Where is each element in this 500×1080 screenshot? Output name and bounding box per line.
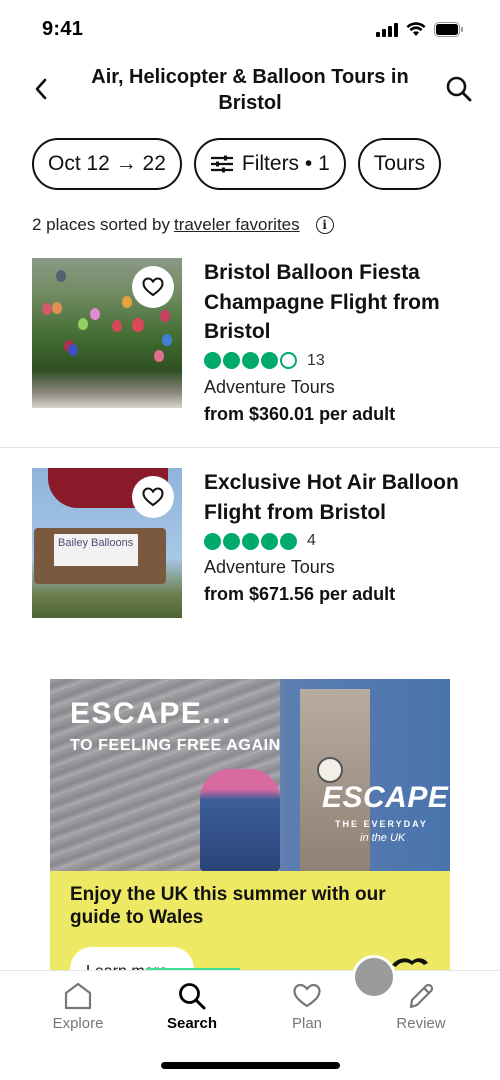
ad-subheadline: TO FEELING FREE AGAIN bbox=[70, 737, 281, 754]
search-icon bbox=[179, 983, 206, 1010]
filter-chips: Oct 12 → 22 Filters • 1 Tours bbox=[32, 138, 442, 190]
rating-bubble-filled bbox=[261, 532, 278, 550]
listing-image[interactable] bbox=[32, 258, 182, 408]
listing-category: Adventure Tours bbox=[204, 376, 335, 397]
chevron-left-icon bbox=[35, 78, 47, 100]
review-count: 4 bbox=[307, 532, 316, 549]
battery-icon bbox=[434, 22, 463, 37]
listing-info: Exclusive Hot Air Balloon Flight from Br… bbox=[204, 468, 484, 605]
filters-chip-label: Filters • 1 bbox=[241, 152, 330, 175]
review-count: 13 bbox=[307, 351, 325, 369]
listing-card[interactable]: Bristol Balloon Fiesta Champagne Flight … bbox=[0, 258, 500, 448]
rating-bubble-filled bbox=[242, 352, 259, 369]
tab-label: Search bbox=[166, 1015, 218, 1032]
rating-bubble-filled bbox=[242, 532, 259, 550]
home-icon bbox=[64, 982, 92, 1010]
search-icon bbox=[446, 76, 472, 102]
rating-bubble-filled bbox=[223, 352, 240, 369]
sliders-icon bbox=[210, 155, 233, 173]
search-button[interactable] bbox=[444, 74, 474, 104]
tab-label: Explore bbox=[52, 1015, 104, 1032]
status-bar: 9:41 bbox=[0, 0, 500, 58]
owl-logo-icon bbox=[392, 958, 428, 967]
save-button[interactable] bbox=[132, 476, 174, 518]
listing-title[interactable]: Exclusive Hot Air Balloon Flight from Br… bbox=[204, 468, 484, 527]
header: Air, Helicopter & Balloon Tours in Brist… bbox=[0, 60, 500, 120]
floating-touch-indicator[interactable] bbox=[352, 955, 396, 999]
ad-brand-sub: THE EVERYDAY bbox=[335, 819, 428, 829]
heart-icon bbox=[142, 487, 164, 507]
rating-bubble-filled bbox=[223, 532, 240, 550]
tours-chip[interactable]: Tours bbox=[357, 138, 442, 190]
rating-bubbles: 13 bbox=[204, 351, 484, 371]
rating-bubbles: 4 bbox=[204, 531, 484, 551]
listing-price: from $360.01 per adult bbox=[204, 403, 396, 424]
clock-icon bbox=[317, 757, 343, 783]
ad-body: Enjoy the UK this summer with our guide … bbox=[70, 884, 386, 928]
tab-search[interactable]: Search bbox=[142, 981, 242, 1032]
wifi-icon bbox=[406, 22, 426, 36]
cellular-signal-icon bbox=[376, 22, 398, 37]
tab-label: Plan bbox=[291, 1015, 323, 1032]
info-icon[interactable]: i bbox=[315, 216, 334, 234]
ad-image: ESCAPE... TO FEELING FREE AGAIN ESCAPE T… bbox=[50, 679, 450, 871]
pencil-icon bbox=[409, 983, 434, 1009]
ad-brand-logo: ESCAPE bbox=[322, 781, 449, 814]
ad-banner[interactable]: ESCAPE... TO FEELING FREE AGAIN ESCAPE T… bbox=[50, 679, 450, 979]
tab-plan[interactable]: Plan bbox=[257, 981, 357, 1032]
save-button[interactable] bbox=[132, 266, 174, 308]
date-chip-label: Oct 12 → 22 bbox=[48, 152, 166, 175]
page-title: Air, Helicopter & Balloon Tours in Brist… bbox=[91, 66, 409, 114]
ad-people bbox=[200, 769, 280, 871]
tab-label: Review bbox=[396, 1015, 446, 1032]
sort-prefix: 2 places sorted by bbox=[32, 215, 170, 234]
home-indicator[interactable] bbox=[161, 1062, 340, 1069]
listing-price: from $671.56 per adult bbox=[204, 584, 396, 604]
sort-summary: 2 places sorted by traveler favorites i bbox=[32, 215, 334, 235]
tab-explore[interactable]: Explore bbox=[28, 981, 128, 1032]
ad-headline: ESCAPE... bbox=[70, 697, 232, 730]
filters-chip[interactable]: Filters • 1 bbox=[193, 138, 346, 190]
rating-bubble-filled bbox=[204, 532, 221, 550]
back-button[interactable] bbox=[26, 74, 56, 104]
rating-bubble-filled bbox=[204, 352, 221, 369]
date-chip[interactable]: Oct 12 → 22 bbox=[32, 138, 182, 190]
listing-card[interactable]: Bailey Balloons Exclusive Hot Air Balloo… bbox=[0, 468, 500, 648]
ad-brand-sub2: in the UK bbox=[360, 832, 406, 844]
status-icons bbox=[376, 22, 464, 37]
sort-link[interactable]: traveler favorites bbox=[174, 215, 300, 235]
status-time: 9:41 bbox=[42, 18, 84, 40]
tours-chip-label: Tours bbox=[373, 152, 426, 175]
heart-icon bbox=[293, 983, 321, 1008]
listing-category: Adventure Tours bbox=[204, 557, 335, 577]
rating-bubble-filled bbox=[261, 352, 278, 369]
rating-bubble-empty bbox=[280, 352, 297, 369]
listing-image[interactable]: Bailey Balloons bbox=[32, 468, 182, 618]
heart-icon bbox=[142, 277, 164, 297]
basket-banner: Bailey Balloons bbox=[54, 534, 138, 566]
listing-title[interactable]: Bristol Balloon Fiesta Champagne Flight … bbox=[204, 258, 484, 347]
rating-bubble-filled bbox=[280, 532, 297, 550]
listing-info: Bristol Balloon Fiesta Champagne Flight … bbox=[204, 258, 484, 425]
